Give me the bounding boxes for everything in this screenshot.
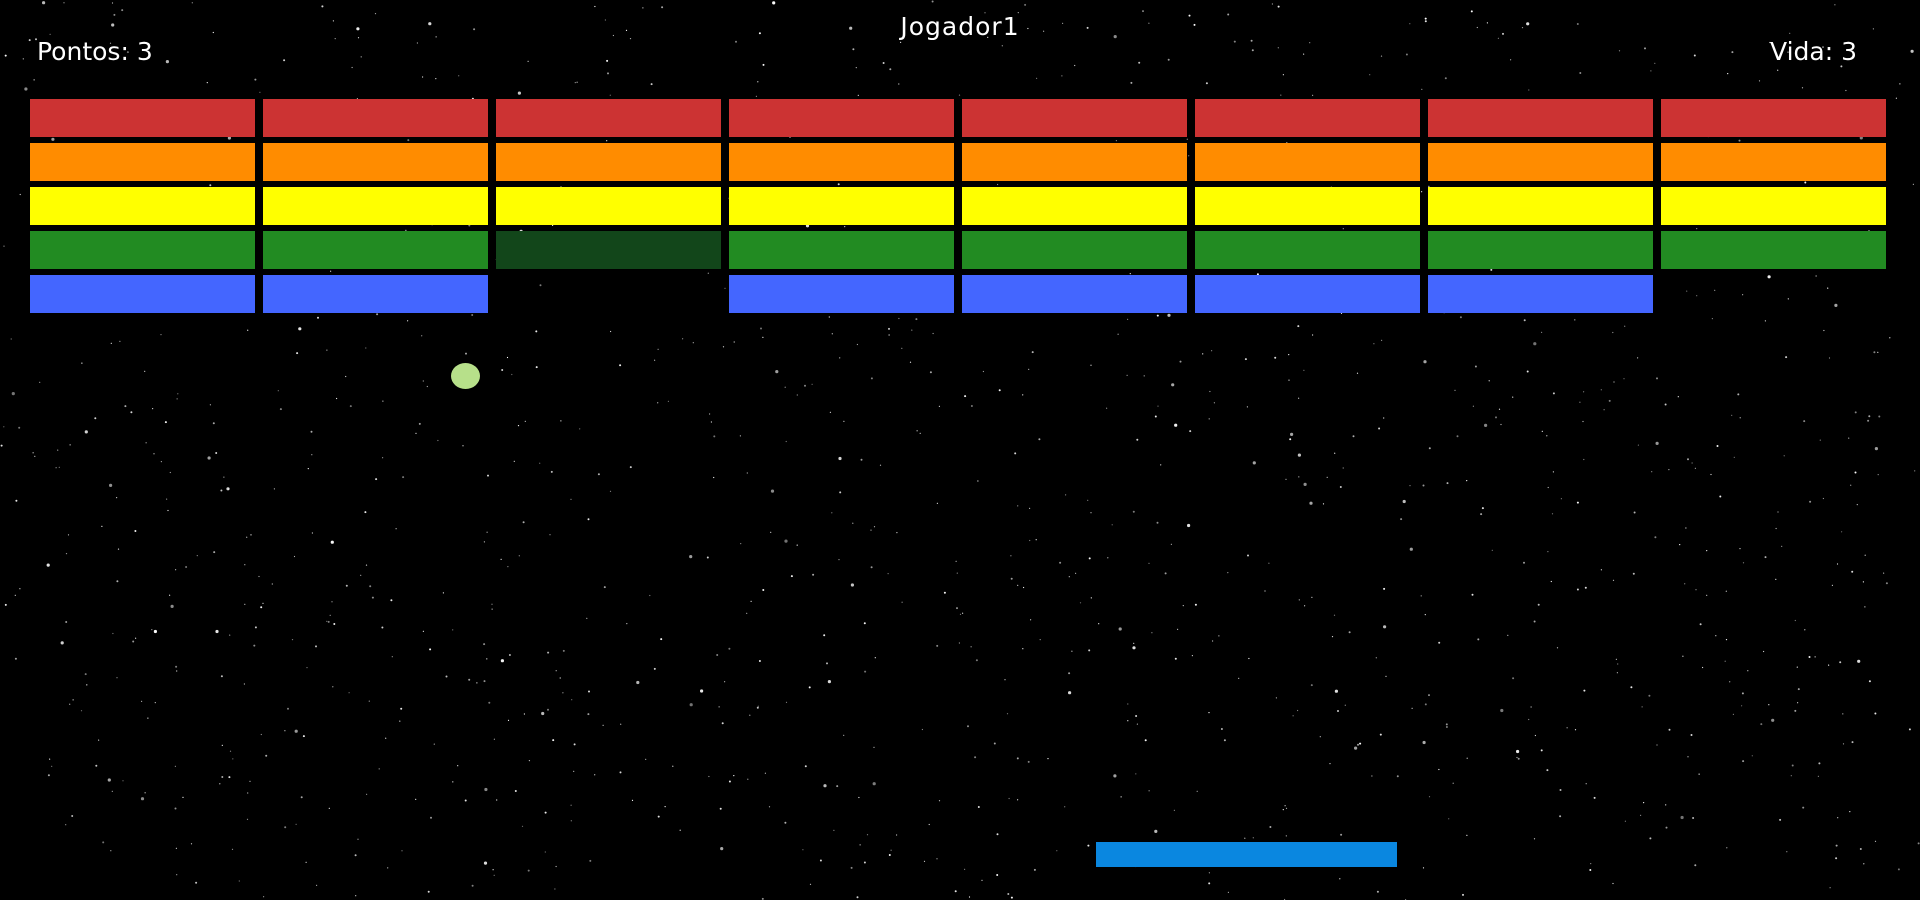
brick <box>1428 143 1653 181</box>
brick <box>263 275 488 313</box>
brick <box>30 187 255 225</box>
brick <box>729 99 954 137</box>
brick <box>496 187 721 225</box>
brick <box>1661 99 1886 137</box>
brick <box>1661 143 1886 181</box>
ball <box>451 363 480 389</box>
brick <box>30 99 255 137</box>
brick <box>263 231 488 269</box>
brick <box>1195 143 1420 181</box>
brick <box>1195 99 1420 137</box>
brick <box>263 99 488 137</box>
brick <box>1428 99 1653 137</box>
brick <box>263 187 488 225</box>
brick <box>729 231 954 269</box>
brick <box>962 275 1187 313</box>
brick <box>496 143 721 181</box>
brick <box>1661 231 1886 269</box>
brick <box>962 187 1187 225</box>
brick <box>30 143 255 181</box>
brick <box>729 187 954 225</box>
brick <box>1195 275 1420 313</box>
brick <box>962 231 1187 269</box>
brick <box>1195 187 1420 225</box>
brick <box>30 231 255 269</box>
brick <box>30 275 255 313</box>
brick <box>1661 187 1886 225</box>
brick <box>1195 231 1420 269</box>
brick <box>729 143 954 181</box>
brick <box>962 99 1187 137</box>
brick <box>729 275 954 313</box>
brick <box>1428 275 1653 313</box>
game-canvas[interactable]: Pontos: 3 Jogador1 Vida: 3 <box>0 0 1920 900</box>
brick-damaged <box>496 231 721 269</box>
brick <box>962 143 1187 181</box>
brick-wall <box>0 0 1920 330</box>
brick <box>1428 187 1653 225</box>
brick <box>263 143 488 181</box>
brick <box>496 99 721 137</box>
paddle[interactable] <box>1096 842 1397 867</box>
brick <box>1428 231 1653 269</box>
